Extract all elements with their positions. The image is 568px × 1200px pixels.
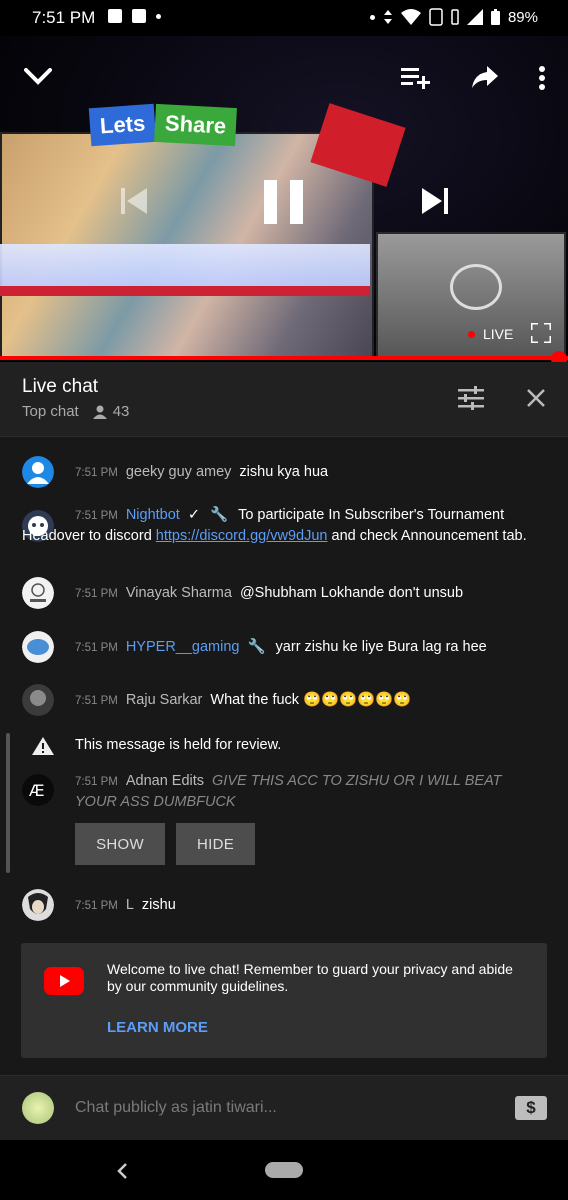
close-icon[interactable] [526, 388, 546, 408]
moderator-wrench-icon: 🔧 [210, 507, 229, 523]
chat-header: Live chat Top chat 43 [0, 362, 568, 437]
avatar[interactable] [22, 631, 54, 663]
battery-icon [490, 9, 500, 25]
status-time: 7:51 PM [32, 8, 96, 27]
next-icon[interactable] [420, 186, 448, 216]
user-avatar [22, 1092, 54, 1124]
more-options-icon[interactable] [538, 66, 546, 90]
message-author[interactable]: Raju Sarkar [126, 692, 203, 708]
chat-message: 7:51 PM HYPER__gaming 🔧 yarr zishu ke liye … [22, 631, 547, 663]
signal-icon [466, 9, 483, 25]
data-arrows-icon [383, 10, 392, 24]
viewer-count: 43 [92, 403, 129, 420]
chat-input-bar: Chat publicly as jatin tiwari... $ [0, 1075, 568, 1141]
message-author[interactable]: Adnan Edits [126, 773, 204, 789]
show-button[interactable]: SHOW [75, 823, 165, 865]
message-author[interactable]: L [126, 897, 134, 913]
video-player[interactable]: Lets Share LIVE [0, 36, 568, 358]
avatar[interactable]: Æ [22, 774, 54, 806]
message-link[interactable]: https://discord.gg/vw9dJun [156, 528, 328, 544]
message-text: zishu kya hua [239, 464, 329, 480]
message-author[interactable]: geeky guy amey [126, 464, 232, 480]
person-icon [92, 405, 107, 419]
message-text: @Shubham Lokhande don't unsub [239, 585, 464, 601]
message-icon [132, 9, 146, 23]
chat-title: Live chat [22, 376, 99, 397]
lets-share-logo: Lets Share [88, 103, 238, 147]
minimize-chevron-icon[interactable] [24, 68, 52, 86]
share-icon[interactable] [472, 66, 498, 88]
live-indicator[interactable]: LIVE [468, 326, 513, 342]
chat-mode-selector[interactable]: Top chat [22, 403, 79, 420]
avatar[interactable] [22, 456, 54, 488]
message-text: What the fuck 🙄🙄🙄🙄🙄🙄 [210, 692, 412, 708]
notification-dot-icon [369, 14, 375, 20]
chat-filter-icon[interactable] [458, 386, 484, 410]
vibrate-icon [451, 9, 459, 25]
notification-dot-icon [156, 13, 161, 19]
youtube-logo-icon [44, 967, 84, 995]
battery-percent: 89% [507, 8, 538, 26]
chat-input[interactable]: Chat publicly as jatin tiwari... [75, 1099, 277, 1117]
welcome-card: Welcome to live chat! Remember to guard … [21, 943, 547, 1058]
message-author[interactable]: Vinayak Sharma [126, 585, 232, 601]
add-to-playlist-icon[interactable] [401, 66, 431, 90]
system-nav-bar [0, 1140, 568, 1200]
avatar[interactable] [22, 889, 54, 921]
chat-scrollbar[interactable] [6, 733, 10, 873]
chat-message: 7:51 PM Lzishu [22, 889, 547, 921]
verified-check-icon: ✓ [187, 507, 200, 523]
chat-message: 7:51 PM Vinayak Sharma @Shubham Lokhande d… [22, 577, 547, 609]
home-pill[interactable] [265, 1162, 303, 1178]
avatar[interactable] [22, 684, 54, 716]
wifi-icon [400, 9, 421, 25]
volte-icon [429, 8, 443, 26]
fullscreen-icon[interactable] [531, 323, 551, 343]
chat-message: 7:51 PM Raju Sarkar What the fuck 🙄🙄🙄🙄🙄🙄 [22, 684, 547, 716]
status-bar: 7:51 PM 89% [0, 0, 568, 36]
warning-icon [32, 737, 54, 755]
message-author[interactable]: HYPER__gaming [126, 639, 240, 655]
moderator-wrench-icon: 🔧 [247, 639, 266, 655]
pause-icon[interactable] [264, 180, 304, 224]
held-notice: This message is held for review. [75, 737, 282, 753]
progress-bar[interactable] [0, 356, 568, 360]
chat-message: 7:51 PM Nightbot ✓ 🔧 To participate In Subsc… [22, 507, 527, 544]
svg-text:Æ: Æ [29, 781, 45, 800]
message-author[interactable]: Nightbot [126, 507, 180, 523]
super-chat-dollar-icon[interactable]: $ [515, 1096, 547, 1120]
chat-message: 7:51 PM geeky guy amey zishu kya hua [22, 456, 547, 488]
welcome-text: Welcome to live chat! Remember to guard … [107, 961, 513, 994]
message-text: yarr zishu ke liye Bura lag ra hee [275, 639, 487, 655]
previous-icon[interactable] [121, 186, 149, 216]
avatar[interactable] [22, 577, 54, 609]
hide-button[interactable]: HIDE [176, 823, 255, 865]
learn-more-link[interactable]: LEARN MORE [107, 1019, 208, 1036]
message-text: zishu [141, 897, 176, 913]
back-icon[interactable] [116, 1162, 128, 1180]
gallery-icon [108, 9, 122, 23]
